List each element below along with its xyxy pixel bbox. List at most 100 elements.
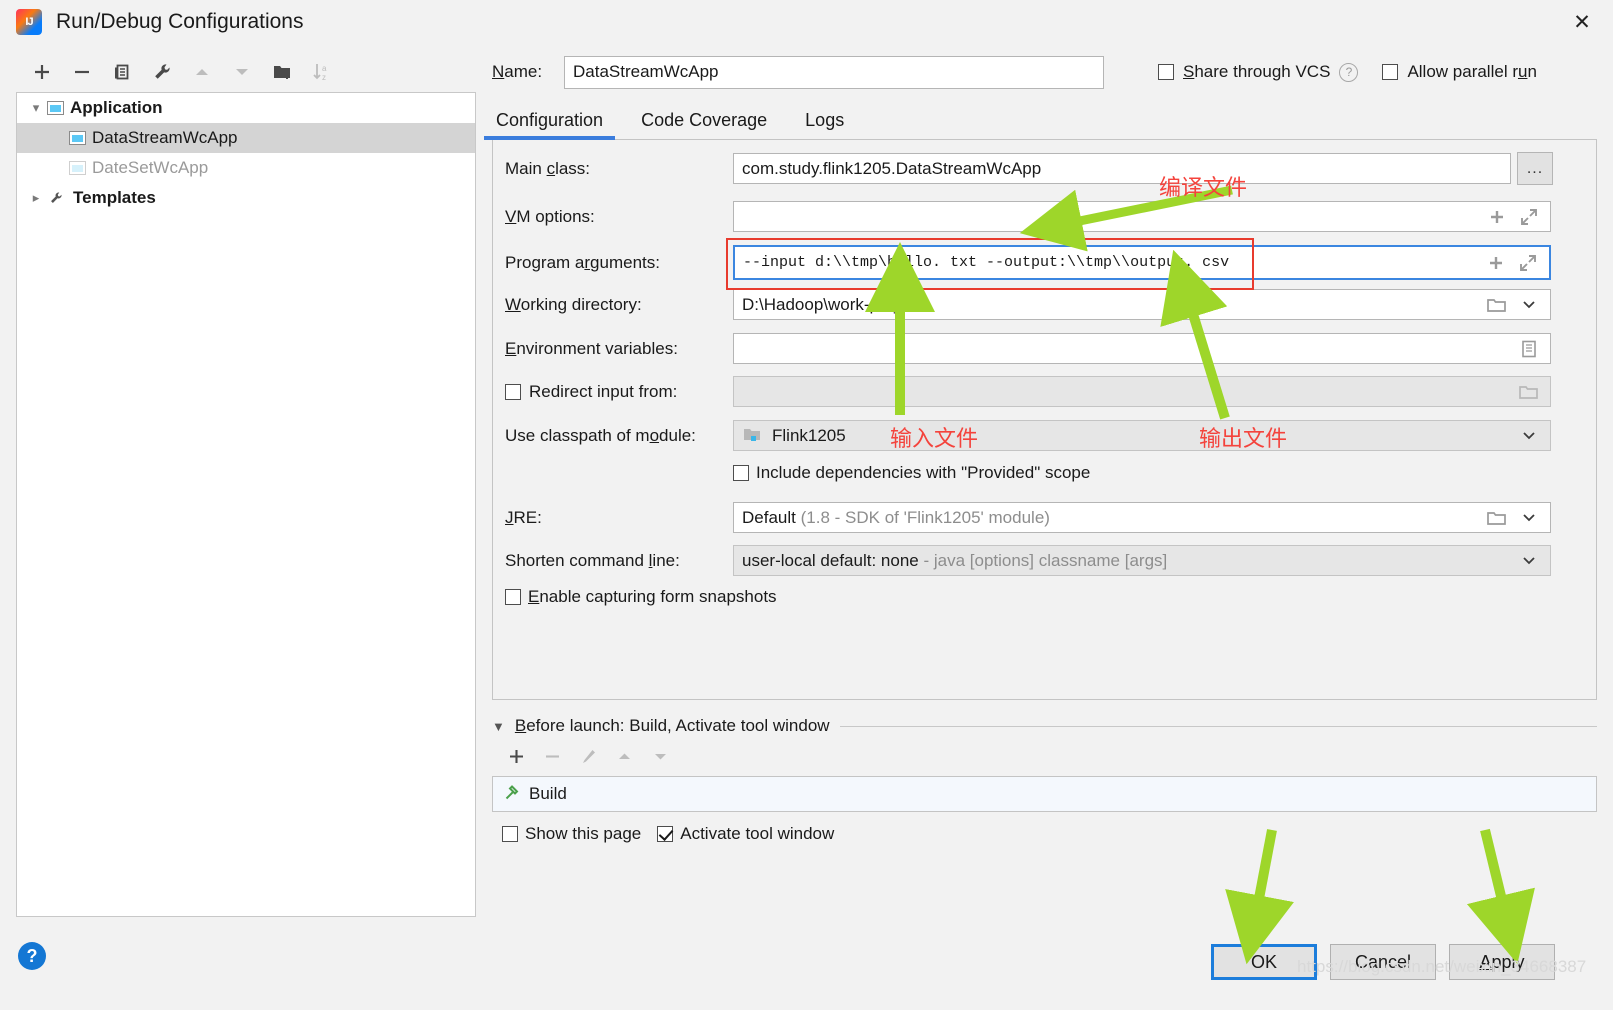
chevron-down-icon[interactable] — [1516, 552, 1542, 570]
activate-tool-window-checkbox-label[interactable]: Activate tool window — [657, 824, 834, 844]
tree-node-label: DateSetWcApp — [92, 158, 209, 177]
show-this-page-label: Show this page — [525, 824, 642, 843]
show-this-page-checkbox-label[interactable]: Show this page — [502, 824, 641, 844]
redirect-input-label: Redirect input from: — [529, 381, 678, 401]
vm-options-row: VM options: — [505, 201, 1585, 232]
expand-icon[interactable] — [1515, 253, 1541, 273]
enable-snapshots-checkbox[interactable] — [505, 589, 521, 605]
question-mark-icon[interactable]: ? — [18, 942, 46, 970]
window-title-bar: Run/Debug Configurations ✕ — [0, 0, 1613, 44]
program-arguments-input[interactable]: --input d:\\tmp\hello. txt --output:\\tm… — [733, 245, 1551, 280]
chevron-down-icon[interactable] — [1516, 296, 1542, 314]
env-list-icon[interactable] — [1516, 339, 1542, 359]
share-through-vcs-checkbox[interactable] — [1158, 64, 1174, 80]
show-this-page-checkbox[interactable] — [502, 826, 518, 842]
add-task-button[interactable] — [504, 743, 528, 769]
working-directory-row: Working directory: D:\Hadoop\work-projec… — [505, 289, 1585, 320]
build-hammer-icon — [503, 783, 521, 806]
classpath-module-combo[interactable]: Flink1205 — [733, 420, 1551, 451]
plus-icon[interactable] — [1483, 253, 1509, 273]
include-provided-checkbox[interactable] — [733, 465, 749, 481]
include-provided-checkbox-label[interactable]: Include dependencies with "Provided" sco… — [733, 463, 1090, 483]
main-class-browse-button[interactable]: ... — [1517, 152, 1553, 185]
working-directory-label: Working directory: — [505, 294, 642, 314]
tree-node-templates[interactable]: ▸ Templates — [17, 183, 475, 213]
intellij-idea-logo-icon — [16, 9, 42, 35]
shorten-command-line-value: user-local default: none — [742, 550, 919, 570]
jre-label: JRE: — [505, 507, 542, 527]
configuration-form: Main class: com.study.flink1205.DataStre… — [492, 140, 1597, 700]
folder-add-icon[interactable] — [264, 56, 300, 88]
before-launch-section: ▼ Before launch: Build, Activate tool wi… — [492, 716, 1597, 844]
jre-row: JRE: Default (1.8 - SDK of 'Flink1205' m… — [505, 502, 1585, 533]
redirect-input-field[interactable] — [733, 376, 1551, 407]
name-row: Name: Share through VCS ? Allow parallel… — [492, 50, 1613, 94]
move-task-up-button[interactable] — [612, 743, 636, 769]
chevron-down-icon[interactable] — [1516, 509, 1542, 527]
svg-text:z: z — [322, 73, 326, 82]
move-down-button[interactable] — [224, 56, 260, 88]
before-launch-options: Show this page Activate tool window — [492, 824, 1597, 844]
redirect-input-checkbox[interactable] — [505, 383, 521, 400]
redirect-input-row: Redirect input from: — [505, 376, 1585, 407]
main-class-value: com.study.flink1205.DataStreamWcApp — [742, 158, 1042, 178]
expand-icon[interactable] — [1516, 207, 1542, 227]
question-circle-icon[interactable]: ? — [1339, 62, 1359, 82]
activate-tool-window-label: Activate tool window — [680, 824, 835, 843]
shorten-command-line-combo[interactable]: user-local default: none - java [options… — [733, 545, 1551, 576]
working-directory-value: D:\Hadoop\work-project — [742, 294, 921, 314]
before-launch-header[interactable]: ▼ Before launch: Build, Activate tool wi… — [492, 716, 1597, 736]
chevron-down-icon[interactable]: ▾ — [25, 100, 47, 116]
move-up-button[interactable] — [184, 56, 220, 88]
triangle-down-icon[interactable]: ▼ — [492, 719, 505, 734]
close-icon[interactable]: ✕ — [1551, 0, 1613, 44]
name-input[interactable] — [564, 55, 1104, 89]
wrench-icon[interactable] — [144, 56, 180, 88]
tab-code-coverage[interactable]: Code Coverage — [637, 110, 771, 140]
tab-logs[interactable]: Logs — [801, 110, 848, 140]
shorten-command-line-label: Shorten command line: — [505, 550, 680, 570]
jre-value-hint: (1.8 - SDK of 'Flink1205' module) — [800, 507, 1050, 527]
vm-options-input[interactable] — [733, 201, 1551, 232]
add-configuration-button[interactable] — [24, 56, 60, 88]
move-task-down-button[interactable] — [648, 743, 672, 769]
share-through-vcs-label: Share through VCS — [1183, 62, 1331, 81]
before-launch-task-list[interactable]: Build — [492, 776, 1597, 812]
working-directory-input[interactable]: D:\Hadoop\work-project — [733, 289, 1551, 320]
application-icon — [69, 131, 86, 145]
environment-variables-input[interactable] — [733, 333, 1551, 364]
editor-tabs: Configuration Code Coverage Logs — [483, 98, 1613, 140]
vm-options-label: VM options: — [505, 206, 595, 226]
folder-icon[interactable] — [1484, 296, 1510, 314]
tree-node-label: DataStreamWcApp — [92, 128, 238, 147]
sort-az-icon[interactable]: a z — [304, 56, 340, 88]
activate-tool-window-checkbox[interactable] — [657, 826, 674, 842]
tree-node-label: Templates — [73, 188, 156, 207]
copy-configuration-icon[interactable] — [104, 56, 140, 88]
before-launch-task-label: Build — [529, 784, 567, 803]
watermark: https://blog.csdn.net/weixin_34668387 — [1297, 957, 1587, 976]
tab-configuration[interactable]: Configuration — [483, 110, 616, 140]
pencil-icon[interactable] — [576, 743, 600, 769]
folder-icon[interactable] — [1516, 383, 1542, 401]
application-icon — [47, 101, 64, 115]
tree-node-datesetwcapp[interactable]: DateSetWcApp — [17, 153, 475, 183]
tree-node-datastreamwcapp[interactable]: DataStreamWcApp — [17, 123, 475, 153]
jre-combo[interactable]: Default (1.8 - SDK of 'Flink1205' module… — [733, 502, 1551, 533]
configurations-tree[interactable]: ▾ Application DataStreamWcApp DateSetWcA… — [16, 92, 476, 917]
remove-configuration-button[interactable] — [64, 56, 100, 88]
chevron-right-icon[interactable]: ▸ — [25, 190, 47, 206]
module-folder-icon — [742, 427, 764, 444]
include-provided-row: Include dependencies with "Provided" sco… — [505, 463, 1090, 483]
include-provided-label: Include dependencies with "Provided" sco… — [756, 463, 1091, 482]
chevron-down-icon[interactable] — [1516, 427, 1542, 445]
classpath-module-label: Use classpath of module: — [505, 425, 696, 445]
program-arguments-row: Program arguments: --input d:\\tmp\hello… — [505, 245, 1585, 280]
plus-icon[interactable] — [1484, 207, 1510, 227]
main-class-input[interactable]: com.study.flink1205.DataStreamWcApp — [733, 153, 1511, 184]
enable-snapshots-checkbox-label[interactable]: Enable capturing form snapshots — [505, 587, 777, 607]
tree-node-application[interactable]: ▾ Application — [17, 93, 475, 123]
allow-parallel-run-checkbox[interactable] — [1382, 64, 1399, 80]
remove-task-button[interactable] — [540, 743, 564, 769]
folder-icon[interactable] — [1484, 509, 1510, 527]
